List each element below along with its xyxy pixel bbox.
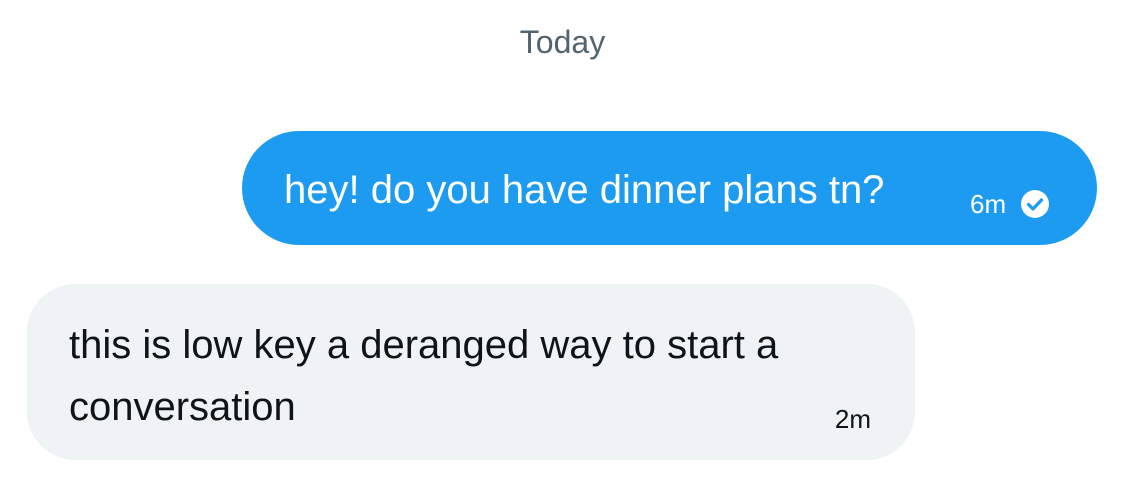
received-message-bubble[interactable]: this is low key a deranged way to start … <box>27 284 915 460</box>
date-separator: Today <box>519 24 606 60</box>
message-timestamp: 6m <box>970 189 1007 219</box>
message-timestamp: 2m <box>834 404 871 434</box>
message-text: this is low key a deranged way to start … <box>69 323 779 429</box>
message-meta: 6m <box>970 189 1050 219</box>
check-circle-icon <box>1020 189 1050 219</box>
sent-message-bubble[interactable]: hey! do you have dinner plans tn? 6m <box>242 131 1097 245</box>
message-thread: Today hey! do you have dinner plans tn? … <box>0 0 1125 484</box>
message-text: hey! do you have dinner plans tn? <box>284 168 885 212</box>
